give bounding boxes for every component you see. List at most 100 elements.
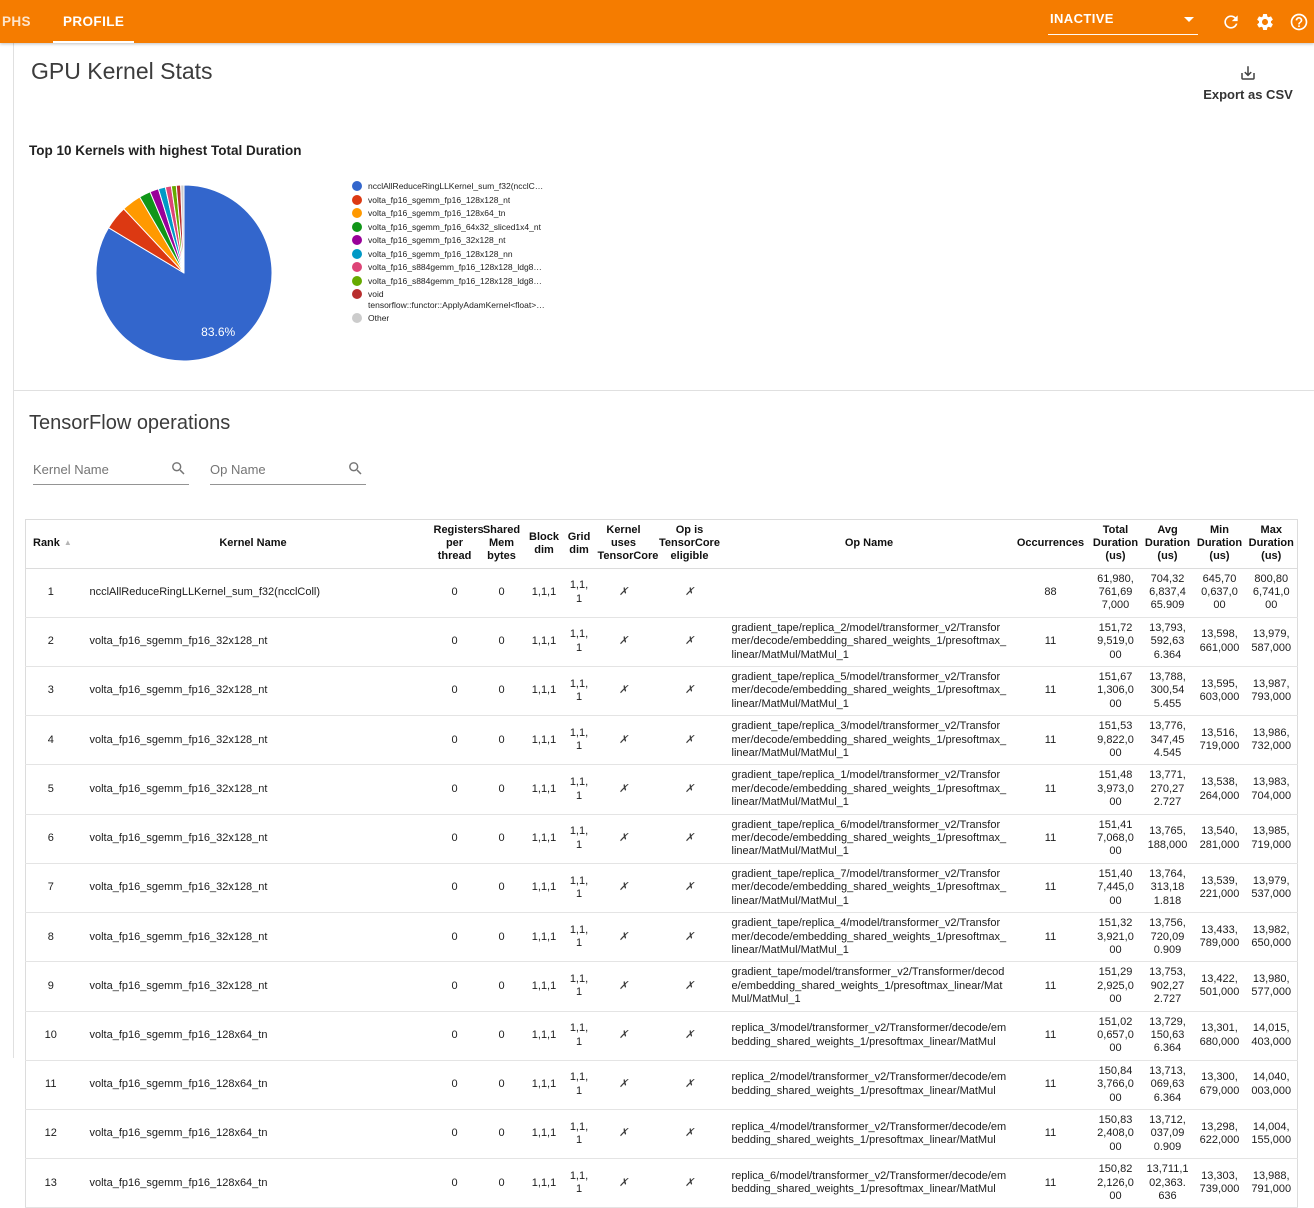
column-header-shared-mem[interactable]: Shared Mem bytes bbox=[479, 520, 525, 569]
cell-occurrences: 11 bbox=[1012, 1060, 1090, 1109]
tab-profile[interactable]: PROFILE bbox=[53, 0, 134, 43]
cell-shared-mem: 0 bbox=[479, 814, 525, 863]
column-header-total-duration[interactable]: Total Duration (us) bbox=[1090, 520, 1142, 569]
op-name-filter bbox=[210, 458, 366, 485]
cell-uses-tc: ✗ bbox=[595, 568, 653, 617]
cell-grid-dim: 1,1,1 bbox=[564, 716, 595, 765]
cell-uses-tc: ✗ bbox=[595, 1060, 653, 1109]
cell-registers: 0 bbox=[431, 1011, 479, 1060]
cell-min: 13,540,281,000 bbox=[1194, 814, 1246, 863]
column-header-uses-tensorcore[interactable]: Kernel uses TensorCore bbox=[595, 520, 653, 569]
cell-grid-dim: 1,1,1 bbox=[564, 1159, 595, 1208]
cell-block-dim: 1,1,1 bbox=[525, 913, 564, 962]
legend-label: volta_fp16_sgemm_fp16_128x128_nt bbox=[368, 195, 510, 206]
cell-max: 13,985,719,000 bbox=[1246, 814, 1298, 863]
column-header-block-dim[interactable]: Block dim bbox=[525, 520, 564, 569]
table-row[interactable]: 5volta_fp16_sgemm_fp16_32x128_nt001,1,11… bbox=[26, 765, 1298, 814]
column-header-rank[interactable]: Rank▲ bbox=[26, 520, 76, 569]
column-header-registers[interactable]: Registers per thread bbox=[431, 520, 479, 569]
cell-kernel: volta_fp16_sgemm_fp16_32x128_nt bbox=[76, 814, 431, 863]
table-row[interactable]: 12volta_fp16_sgemm_fp16_128x64_tn001,1,1… bbox=[26, 1109, 1298, 1158]
kernel-name-filter-input[interactable] bbox=[33, 458, 189, 485]
cell-tc-eligible: ✗ bbox=[653, 1159, 727, 1208]
topbar-actions: INACTIVE bbox=[1048, 0, 1310, 43]
cell-occurrences: 88 bbox=[1012, 568, 1090, 617]
table-row[interactable]: 9volta_fp16_sgemm_fp16_32x128_nt001,1,11… bbox=[26, 962, 1298, 1011]
table-filters bbox=[33, 458, 366, 485]
cell-block-dim: 1,1,1 bbox=[525, 716, 564, 765]
pie-chart[interactable]: 83.6% bbox=[94, 183, 274, 363]
cell-block-dim: 1,1,1 bbox=[525, 765, 564, 814]
table-row[interactable]: 6volta_fp16_sgemm_fp16_32x128_nt001,1,11… bbox=[26, 814, 1298, 863]
topbar: PHS PROFILE INACTIVE bbox=[0, 0, 1314, 43]
export-csv-button[interactable]: Export as CSV bbox=[1199, 64, 1297, 102]
cell-max: 13,982,650,000 bbox=[1246, 913, 1298, 962]
search-icon bbox=[347, 460, 364, 477]
help-button[interactable] bbox=[1288, 11, 1310, 33]
cell-shared-mem: 0 bbox=[479, 716, 525, 765]
table-row[interactable]: 1ncclAllReduceRingLLKernel_sum_f32(ncclC… bbox=[26, 568, 1298, 617]
column-header-min-duration[interactable]: Min Duration (us) bbox=[1194, 520, 1246, 569]
cell-min: 13,595,603,000 bbox=[1194, 667, 1246, 716]
cell-op: replica_2/model/transformer_v2/Transform… bbox=[727, 1060, 1012, 1109]
cell-max: 13,980,577,000 bbox=[1246, 962, 1298, 1011]
column-header-avg-duration[interactable]: Avg Duration (us) bbox=[1142, 520, 1194, 569]
cell-total: 150,832,408,000 bbox=[1090, 1109, 1142, 1158]
table-row[interactable]: 11volta_fp16_sgemm_fp16_128x64_tn001,1,1… bbox=[26, 1060, 1298, 1109]
cell-rank: 2 bbox=[26, 617, 76, 666]
cell-avg: 13,771,270,272.727 bbox=[1142, 765, 1194, 814]
cell-shared-mem: 0 bbox=[479, 962, 525, 1011]
cell-registers: 0 bbox=[431, 765, 479, 814]
cell-block-dim: 1,1,1 bbox=[525, 568, 564, 617]
cell-registers: 0 bbox=[431, 1159, 479, 1208]
cell-grid-dim: 1,1,1 bbox=[564, 1109, 595, 1158]
cell-op: gradient_tape/replica_2/model/transforme… bbox=[727, 617, 1012, 666]
cell-grid-dim: 1,1,1 bbox=[564, 667, 595, 716]
table-row[interactable]: 7volta_fp16_sgemm_fp16_32x128_nt001,1,11… bbox=[26, 863, 1298, 912]
cell-rank: 1 bbox=[26, 568, 76, 617]
cell-occurrences: 11 bbox=[1012, 716, 1090, 765]
cell-uses-tc: ✗ bbox=[595, 667, 653, 716]
table-row[interactable]: 8volta_fp16_sgemm_fp16_32x128_nt001,1,11… bbox=[26, 913, 1298, 962]
cell-total: 151,407,445,000 bbox=[1090, 863, 1142, 912]
cell-grid-dim: 1,1,1 bbox=[564, 962, 595, 1011]
column-header-max-duration[interactable]: Max Duration (us) bbox=[1246, 520, 1298, 569]
legend-swatch bbox=[352, 262, 362, 272]
table-row[interactable]: 4volta_fp16_sgemm_fp16_32x128_nt001,1,11… bbox=[26, 716, 1298, 765]
cell-total: 151,483,973,000 bbox=[1090, 765, 1142, 814]
cell-rank: 11 bbox=[26, 1060, 76, 1109]
settings-button[interactable] bbox=[1254, 11, 1276, 33]
legend-label: volta_fp16_sgemm_fp16_128x128_nn bbox=[368, 249, 513, 260]
table-row[interactable]: 2volta_fp16_sgemm_fp16_32x128_nt001,1,11… bbox=[26, 617, 1298, 666]
cell-tc-eligible: ✗ bbox=[653, 1060, 727, 1109]
cell-registers: 0 bbox=[431, 617, 479, 666]
cell-op: replica_6/model/transformer_v2/Transform… bbox=[727, 1159, 1012, 1208]
run-selector-dropdown[interactable]: INACTIVE bbox=[1048, 9, 1198, 35]
cell-avg: 13,713,069,636.364 bbox=[1142, 1060, 1194, 1109]
cell-shared-mem: 0 bbox=[479, 617, 525, 666]
legend-item: volta_fp16_sgemm_fp16_128x128_nn bbox=[352, 249, 567, 260]
table-row[interactable]: 13volta_fp16_sgemm_fp16_128x64_tn001,1,1… bbox=[26, 1159, 1298, 1208]
cell-max: 800,806,741,000 bbox=[1246, 568, 1298, 617]
cell-total: 151,323,921,000 bbox=[1090, 913, 1142, 962]
cell-max: 13,986,732,000 bbox=[1246, 716, 1298, 765]
cell-block-dim: 1,1,1 bbox=[525, 863, 564, 912]
cell-registers: 0 bbox=[431, 962, 479, 1011]
column-header-tc-eligible[interactable]: Op is TensorCore eligible bbox=[653, 520, 727, 569]
cell-avg: 13,793,592,636.364 bbox=[1142, 617, 1194, 666]
op-name-filter-input[interactable] bbox=[210, 458, 366, 485]
cell-avg: 13,711,102,363.636 bbox=[1142, 1159, 1194, 1208]
table-row[interactable]: 3volta_fp16_sgemm_fp16_32x128_nt001,1,11… bbox=[26, 667, 1298, 716]
cell-total: 61,980,761,697,000 bbox=[1090, 568, 1142, 617]
cell-max: 14,004,155,000 bbox=[1246, 1109, 1298, 1158]
table-row[interactable]: 10volta_fp16_sgemm_fp16_128x64_tn001,1,1… bbox=[26, 1011, 1298, 1060]
cell-op bbox=[727, 568, 1012, 617]
tab-graphs[interactable]: PHS bbox=[0, 0, 31, 43]
column-header-kernel-name[interactable]: Kernel Name bbox=[76, 520, 431, 569]
cell-grid-dim: 1,1,1 bbox=[564, 617, 595, 666]
refresh-button[interactable] bbox=[1220, 11, 1242, 33]
kernel-stats-table: Rank▲ Kernel Name Registers per thread S… bbox=[25, 519, 1297, 1208]
column-header-grid-dim[interactable]: Grid dim bbox=[564, 520, 595, 569]
column-header-op-name[interactable]: Op Name bbox=[727, 520, 1012, 569]
column-header-occurrences[interactable]: Occurrences bbox=[1012, 520, 1090, 569]
